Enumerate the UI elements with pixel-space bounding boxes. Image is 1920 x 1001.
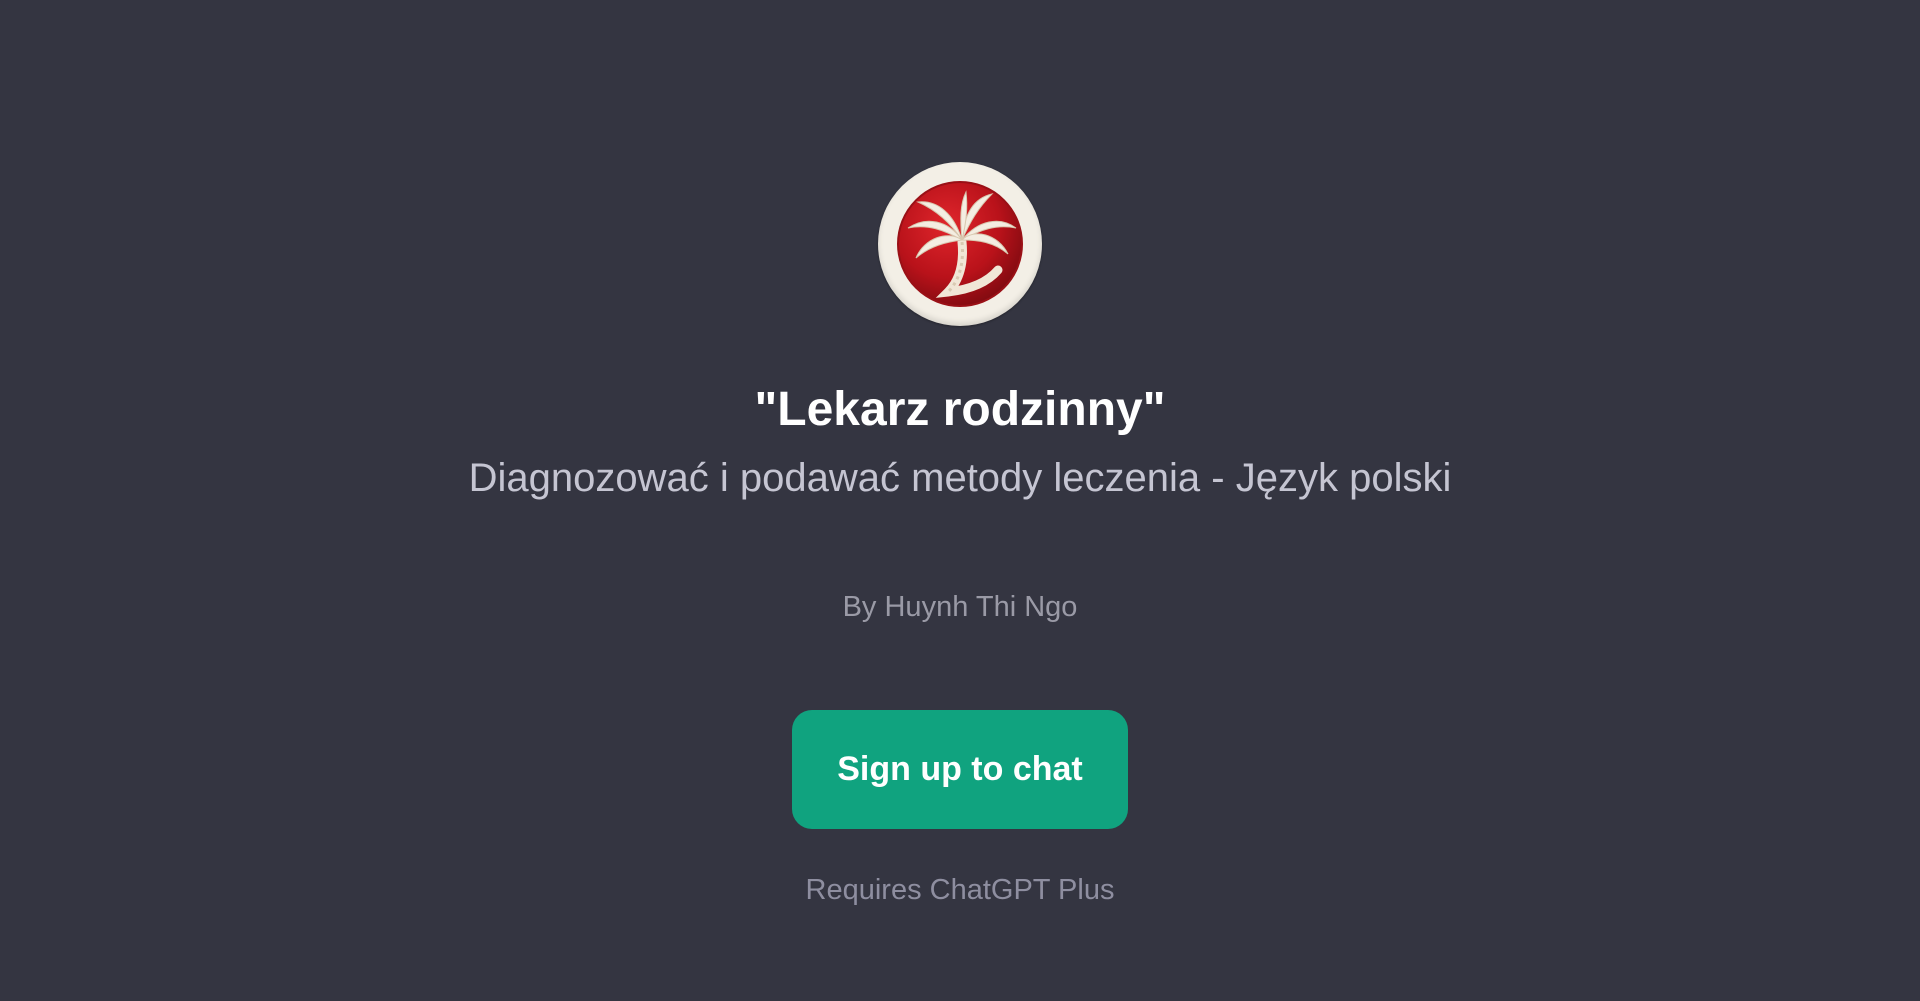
sign-up-to-chat-button[interactable]: Sign up to chat [792,710,1128,829]
requires-plus-note: Requires ChatGPT Plus [805,874,1115,906]
gpt-avatar [878,162,1042,326]
gpt-description: Diagnozować i podawać metody leczenia - … [468,456,1452,500]
gpt-title: "Lekarz rodzinny" [754,383,1166,436]
palm-tree-icon [897,181,1023,307]
gpt-landing-page: "Lekarz rodzinny" Diagnozować i podawać … [0,0,1920,1001]
gpt-author: By Huynh Thi Ngo [842,591,1078,623]
